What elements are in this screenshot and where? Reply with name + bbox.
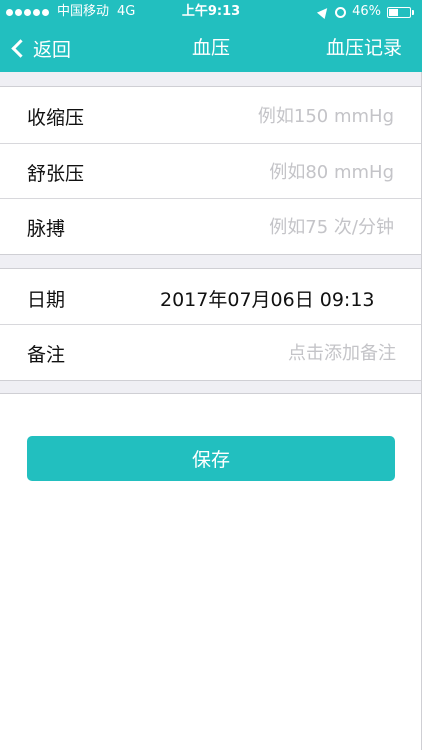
- battery-percent: 46%: [352, 4, 381, 19]
- diastolic-row: 舒张压: [0, 144, 422, 200]
- save-button[interactable]: 保存: [27, 436, 395, 481]
- note-row: 备注: [0, 325, 422, 381]
- date-row[interactable]: 日期 2017年07月06日 09:13: [0, 270, 422, 326]
- date-label: 日期: [27, 288, 66, 311]
- section-spacer: [0, 380, 422, 394]
- section-spacer: [0, 254, 422, 269]
- systolic-row: 收缩压: [0, 88, 422, 144]
- back-button[interactable]: 返回: [10, 24, 71, 72]
- chevron-left-icon: [11, 38, 30, 58]
- back-label: 返回: [33, 38, 72, 61]
- top-bar: 中国移动 4G 上午9:13 46% 返回 血压 血压记录: [0, 0, 422, 72]
- navigation-bar: 返回 血压 血压记录: [0, 24, 422, 72]
- status-right: 46%: [317, 0, 414, 24]
- pulse-label: 脉搏: [27, 217, 66, 240]
- battery-icon: [387, 6, 414, 18]
- location-arrow-icon: [317, 4, 332, 20]
- systolic-input[interactable]: [174, 96, 394, 136]
- diastolic-label: 舒张压: [27, 162, 85, 185]
- note-label: 备注: [27, 343, 66, 366]
- blood-pressure-records-button[interactable]: 血压记录: [326, 24, 402, 72]
- pulse-row: 脉搏: [0, 199, 422, 255]
- alarm-clock-icon: [335, 6, 347, 18]
- systolic-label: 收缩压: [27, 106, 85, 129]
- battery-fill: [389, 8, 399, 16]
- date-value[interactable]: 2017年07月06日 09:13: [160, 285, 375, 312]
- status-bar: 中国移动 4G 上午9:13 46%: [0, 0, 422, 24]
- note-input[interactable]: [176, 333, 396, 373]
- section-spacer: [0, 72, 422, 87]
- diastolic-input[interactable]: [174, 152, 394, 192]
- pulse-input[interactable]: [174, 207, 394, 247]
